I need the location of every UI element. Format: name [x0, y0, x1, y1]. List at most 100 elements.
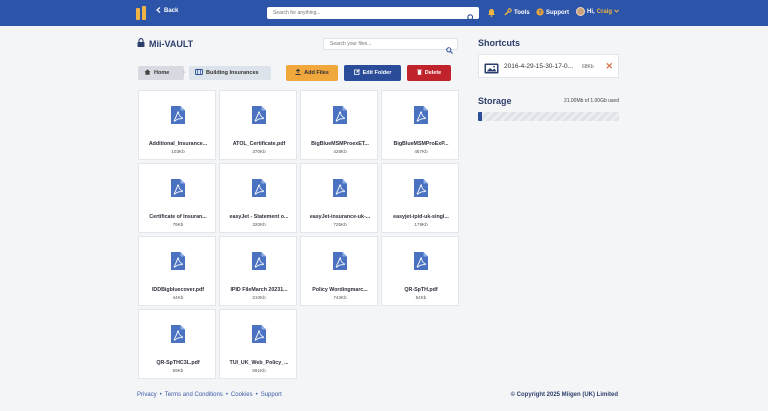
file-size: 44Kb [172, 295, 184, 300]
cookies-link[interactable]: Cookies [231, 392, 253, 398]
image-icon [484, 61, 499, 79]
file-name: QR-SpTH.pdf [404, 287, 438, 293]
bell-icon [487, 8, 496, 19]
file-size: 320Kb [252, 222, 266, 227]
file-name: QR-SpTHC3L.pdf [156, 360, 200, 366]
pdf-file-icon [332, 105, 348, 130]
support-menu[interactable]: ? Support [536, 8, 569, 18]
upload-icon [295, 68, 301, 77]
copyright-text: © Copyright 2025 Miigen (UK) Limited [510, 392, 618, 398]
file-name: IDDBigbluecover.pdf [151, 287, 205, 293]
add-files-label: Add Files [304, 70, 329, 76]
file-size: 591Kb [252, 368, 266, 373]
file-card[interactable]: Additional_Insurance... 103Kb [138, 90, 216, 160]
user-avatar [576, 7, 585, 16]
file-name: TUI_UK_Web_Policy_... [229, 360, 289, 366]
delete-button[interactable]: Delete [407, 65, 451, 81]
shortcut-name: 2016-4-29-15-30-17-0... [504, 63, 574, 70]
search-icon[interactable] [467, 9, 475, 27]
pdf-file-icon [332, 251, 348, 276]
file-card[interactable]: TUI_UK_Web_Policy_... 591Kb [219, 309, 297, 379]
file-card[interactable]: QR-SpTHC3L.pdf 59Kb [138, 309, 216, 379]
file-name: Additional_Insurance... [148, 141, 208, 147]
support-link[interactable]: Support [261, 392, 282, 398]
pdf-file-icon [251, 324, 267, 349]
home-icon [144, 69, 151, 77]
file-size: 103Kb [171, 149, 185, 154]
notifications-button[interactable] [487, 8, 496, 19]
file-name: Policy Wordingmarc... [312, 287, 368, 293]
folder-icon [195, 69, 203, 77]
top-nav-bar: Back Tools ? Support Hi, Craig [0, 0, 768, 26]
file-card[interactable]: easyJet - Statement o... 320Kb [219, 163, 297, 233]
global-search-input[interactable] [273, 7, 463, 19]
footer-links: Privacy • Terms and Conditions • Cookies… [137, 392, 282, 398]
file-name: IPID FileMarch 20231... [230, 287, 288, 293]
user-menu[interactable]: Hi, Craig [576, 7, 619, 16]
terms-link[interactable]: Terms and Conditions [165, 392, 223, 398]
edit-folder-label: Edit Folder [362, 70, 392, 76]
shortcuts-heading: Shortcuts [478, 38, 521, 48]
storage-progress-bar [478, 112, 619, 121]
add-files-button[interactable]: Add Files [286, 65, 338, 81]
file-name: BigBlueMSMProExP... [393, 141, 449, 147]
search-icon[interactable] [446, 41, 453, 59]
file-card[interactable]: IDDBigbluecover.pdf 44Kb [138, 236, 216, 306]
vault-title-text: Mii-VAULT [149, 38, 194, 49]
breadcrumb-home[interactable]: Home [138, 66, 184, 80]
pdf-file-icon [170, 178, 186, 203]
back-button[interactable]: Back [156, 7, 178, 15]
page-title: Mii-VAULT [137, 38, 193, 49]
pdf-file-icon [413, 251, 429, 276]
lock-icon [137, 38, 145, 49]
delete-label: Delete [424, 70, 442, 76]
user-name: Craig [596, 8, 613, 15]
pdf-file-icon [251, 178, 267, 203]
file-card[interactable]: Certificate of Insuran... 79Kb [138, 163, 216, 233]
privacy-link[interactable]: Privacy [137, 392, 157, 398]
edit-folder-button[interactable]: Edit Folder [344, 65, 401, 81]
file-size: 59Kb [172, 368, 184, 373]
file-card[interactable]: easyjet-ipid-uk-singl... 179Kb [381, 163, 459, 233]
file-name: Certificate of Insuran... [149, 214, 207, 220]
file-size: 725Kb [333, 222, 347, 227]
storage-heading: Storage [478, 96, 512, 106]
shortcut-item[interactable]: 2016-4-29-15-30-17-0... 68Kb ✕ [478, 54, 619, 78]
tools-menu[interactable]: Tools [504, 8, 530, 18]
pdf-file-icon [170, 324, 186, 349]
chevron-down-icon [614, 8, 619, 15]
tools-label: Tools [514, 10, 530, 16]
file-size: 179Kb [414, 222, 428, 227]
breadcrumb-separator-icon: › [183, 70, 185, 76]
file-search[interactable] [323, 38, 458, 54]
file-size: 370Kb [252, 149, 266, 154]
file-card[interactable]: QR-SpTH.pdf 54Kb [381, 236, 459, 306]
file-card[interactable]: IPID FileMarch 20231... 210Kb [219, 236, 297, 306]
global-search[interactable] [267, 7, 479, 22]
pdf-file-icon [170, 251, 186, 276]
file-card[interactable]: Policy Wordingmarc... 743Kb [300, 236, 378, 306]
breadcrumb-current[interactable]: Building Insurances [189, 66, 271, 80]
shortcut-size: 68Kb [582, 64, 594, 70]
help-icon: ? [536, 8, 544, 18]
breadcrumb-home-label: Home [154, 70, 170, 76]
file-card[interactable]: ATOL_Certificate.pdf 370Kb [219, 90, 297, 160]
pdf-file-icon [170, 105, 186, 130]
file-card[interactable]: easyJet-insurance-uk-... 725Kb [300, 163, 378, 233]
support-label: Support [546, 10, 569, 16]
pdf-file-icon [413, 178, 429, 203]
back-label: Back [164, 8, 179, 14]
chevron-left-icon [156, 7, 161, 15]
file-size: 743Kb [333, 295, 347, 300]
file-size: 54Kb [415, 295, 427, 300]
file-size: 428Kb [333, 149, 347, 154]
pdf-file-icon [251, 251, 267, 276]
app-logo[interactable] [136, 6, 146, 20]
file-name: easyJet-insurance-uk-... [309, 214, 371, 220]
pdf-file-icon [413, 105, 429, 130]
file-card[interactable]: BigBlueMSMProExP... 457Kb [381, 90, 459, 160]
file-search-input[interactable] [330, 39, 440, 49]
remove-shortcut-close-icon[interactable]: ✕ [605, 61, 613, 71]
file-card[interactable]: BigBlueMSMProexET... 428Kb [300, 90, 378, 160]
storage-used-text: 21.00Mb of 1.00Gb used [563, 98, 619, 104]
